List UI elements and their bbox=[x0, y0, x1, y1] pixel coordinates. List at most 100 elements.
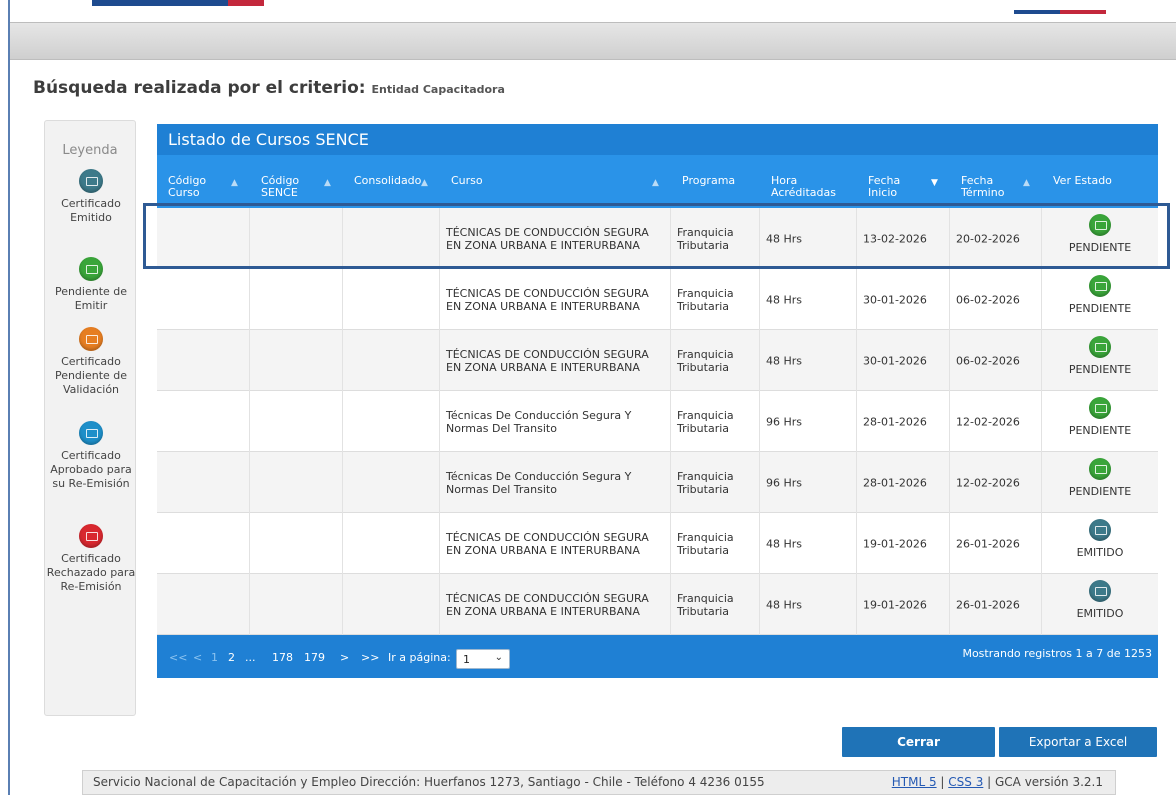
cell-text: 96 Hrs bbox=[766, 415, 803, 428]
pager-last-button[interactable]: >> bbox=[361, 651, 379, 664]
table-row[interactable]: Técnicas De Conducción Segura Y Normas D… bbox=[157, 391, 1158, 452]
cell-text: 30-01-2026 bbox=[863, 354, 927, 367]
cell-text: 06-02-2026 bbox=[956, 354, 1020, 367]
pager-page-179[interactable]: 179 bbox=[304, 651, 325, 664]
certificate-approved-icon bbox=[79, 421, 103, 445]
cell-course: TÉCNICAS DE CONDUCCIÓN SEGURA EN ZONA UR… bbox=[440, 330, 671, 391]
cell-text: 28-01-2026 bbox=[863, 476, 927, 489]
status-button[interactable]: PENDIENTE bbox=[1042, 214, 1158, 254]
certificate-status-icon[interactable] bbox=[1089, 214, 1111, 236]
certificate-status-icon[interactable] bbox=[1089, 458, 1111, 480]
column-header-status[interactable]: Ver Estado bbox=[1053, 155, 1155, 208]
certificate-status-icon[interactable] bbox=[1089, 336, 1111, 358]
cell-text: Franquicia Tributaria bbox=[677, 591, 734, 618]
cell-text: Técnicas De Conducción Segura Y Normas D… bbox=[446, 408, 632, 435]
table-header: Código Curso ▲ Código SENCE ▲ Consolidado ▲ Cu… bbox=[157, 155, 1158, 208]
column-header-code-course[interactable]: Código Curso ▲ bbox=[168, 155, 247, 208]
column-header-label: Consolidado bbox=[354, 174, 422, 187]
cell-code-sence bbox=[250, 452, 343, 513]
status-button[interactable]: PENDIENTE bbox=[1042, 397, 1158, 437]
version-text: GCA versión 3.2.1 bbox=[995, 775, 1103, 789]
pager-page-1[interactable]: 1 bbox=[211, 651, 218, 664]
cell-code-course bbox=[157, 269, 250, 330]
sort-icon[interactable]: ▲ bbox=[1023, 177, 1030, 189]
pager-prev-button[interactable]: < bbox=[193, 651, 202, 664]
status-button[interactable]: EMITIDO bbox=[1042, 580, 1158, 620]
cell-status: PENDIENTE bbox=[1042, 208, 1158, 269]
column-header-label: Código Curso bbox=[168, 174, 207, 199]
column-header-hours[interactable]: Hora Acréditadas bbox=[771, 155, 854, 208]
status-button[interactable]: PENDIENTE bbox=[1042, 336, 1158, 376]
cell-text: Franquicia Tributaria bbox=[677, 225, 734, 252]
cell-text: 48 Hrs bbox=[766, 293, 803, 306]
cell-code-course bbox=[157, 452, 250, 513]
column-header-code-sence[interactable]: Código SENCE ▲ bbox=[261, 155, 340, 208]
cell-end-date: 06-02-2026 bbox=[950, 269, 1042, 330]
toolbar bbox=[10, 22, 1176, 60]
sort-desc-icon[interactable]: ▼ bbox=[931, 177, 938, 189]
cell-consolidated bbox=[343, 391, 440, 452]
cell-program: Franquicia Tributaria bbox=[671, 330, 760, 391]
cell-text: 26-01-2026 bbox=[956, 537, 1020, 550]
table-row[interactable]: TÉCNICAS DE CONDUCCIÓN SEGURA EN ZONA UR… bbox=[157, 574, 1158, 635]
column-header-course[interactable]: Curso ▲ bbox=[451, 155, 668, 208]
sort-icon[interactable]: ▲ bbox=[231, 177, 238, 189]
cell-status: PENDIENTE bbox=[1042, 391, 1158, 452]
table-row[interactable]: TÉCNICAS DE CONDUCCIÓN SEGURA EN ZONA UR… bbox=[157, 269, 1158, 330]
cell-text: 48 Hrs bbox=[766, 598, 803, 611]
pager-page-2[interactable]: 2 bbox=[228, 651, 235, 664]
certificate-status-icon[interactable] bbox=[1089, 275, 1111, 297]
pager-first-button[interactable]: << bbox=[169, 651, 187, 664]
column-header-consolidated[interactable]: Consolidado ▲ bbox=[354, 155, 437, 208]
status-button[interactable]: PENDIENTE bbox=[1042, 458, 1158, 498]
column-header-program[interactable]: Programa bbox=[682, 155, 757, 208]
footer-text: Servicio Nacional de Capacitación y Empl… bbox=[93, 775, 765, 789]
cell-program: Franquicia Tributaria bbox=[671, 269, 760, 330]
cell-text: TÉCNICAS DE CONDUCCIÓN SEGURA EN ZONA UR… bbox=[446, 591, 649, 618]
table-row[interactable]: TÉCNICAS DE CONDUCCIÓN SEGURA EN ZONA UR… bbox=[157, 330, 1158, 391]
status-button[interactable]: PENDIENTE bbox=[1042, 275, 1158, 315]
cell-program: Franquicia Tributaria bbox=[671, 574, 760, 635]
cell-hours: 48 Hrs bbox=[760, 269, 857, 330]
cell-start-date: 30-01-2026 bbox=[857, 330, 950, 391]
column-header-start-date[interactable]: Fecha Inicio ▼ bbox=[868, 155, 947, 208]
cell-code-course bbox=[157, 208, 250, 269]
cell-course: TÉCNICAS DE CONDUCCIÓN SEGURA EN ZONA UR… bbox=[440, 574, 671, 635]
certificate-status-icon[interactable] bbox=[1089, 397, 1111, 419]
cell-code-sence bbox=[250, 574, 343, 635]
flag-stripe bbox=[1014, 10, 1106, 14]
legend-item: Certificado Pendiente de Validación bbox=[45, 327, 137, 397]
cell-consolidated bbox=[343, 452, 440, 513]
column-header-label: Hora Acréditadas bbox=[771, 174, 836, 199]
certificate-rejected-icon bbox=[79, 524, 103, 548]
table-row[interactable]: TÉCNICAS DE CONDUCCIÓN SEGURA EN ZONA UR… bbox=[157, 513, 1158, 574]
cell-course: Técnicas De Conducción Segura Y Normas D… bbox=[440, 452, 671, 513]
close-button[interactable]: Cerrar bbox=[842, 727, 995, 757]
status-label: PENDIENTE bbox=[1068, 302, 1132, 315]
cell-program: Franquicia Tributaria bbox=[671, 513, 760, 574]
cell-start-date: 28-01-2026 bbox=[857, 391, 950, 452]
sort-icon[interactable]: ▲ bbox=[652, 177, 659, 189]
cell-start-date: 30-01-2026 bbox=[857, 269, 950, 330]
css3-link[interactable]: CSS 3 bbox=[948, 775, 983, 789]
status-button[interactable]: EMITIDO bbox=[1042, 519, 1158, 559]
pager-next-button[interactable]: > bbox=[340, 651, 349, 664]
column-header-end-date[interactable]: Fecha Término ▲ bbox=[961, 155, 1039, 208]
site-header bbox=[10, 0, 1176, 22]
page-select[interactable]: 1 ⌄ bbox=[456, 649, 510, 669]
table-row[interactable]: Técnicas De Conducción Segura Y Normas D… bbox=[157, 452, 1158, 513]
table-row[interactable]: TÉCNICAS DE CONDUCCIÓN SEGURA EN ZONA UR… bbox=[157, 208, 1158, 269]
certificate-status-icon[interactable] bbox=[1089, 580, 1111, 602]
certificate-status-icon[interactable] bbox=[1089, 519, 1111, 541]
pager-ellipsis: ... bbox=[245, 651, 256, 664]
cell-status: PENDIENTE bbox=[1042, 330, 1158, 391]
sort-icon[interactable]: ▲ bbox=[421, 177, 428, 189]
legend-item: Certificado Rechazado para Re-Emisión bbox=[45, 524, 137, 594]
html5-link[interactable]: HTML 5 bbox=[892, 775, 937, 789]
sort-icon[interactable]: ▲ bbox=[324, 177, 331, 189]
cell-consolidated bbox=[343, 330, 440, 391]
legend-panel: Leyenda Certificado Emitido Pendiente de … bbox=[44, 120, 136, 716]
column-header-label: Curso bbox=[451, 174, 483, 187]
export-excel-button[interactable]: Exportar a Excel bbox=[999, 727, 1157, 757]
pager-page-178[interactable]: 178 bbox=[272, 651, 293, 664]
